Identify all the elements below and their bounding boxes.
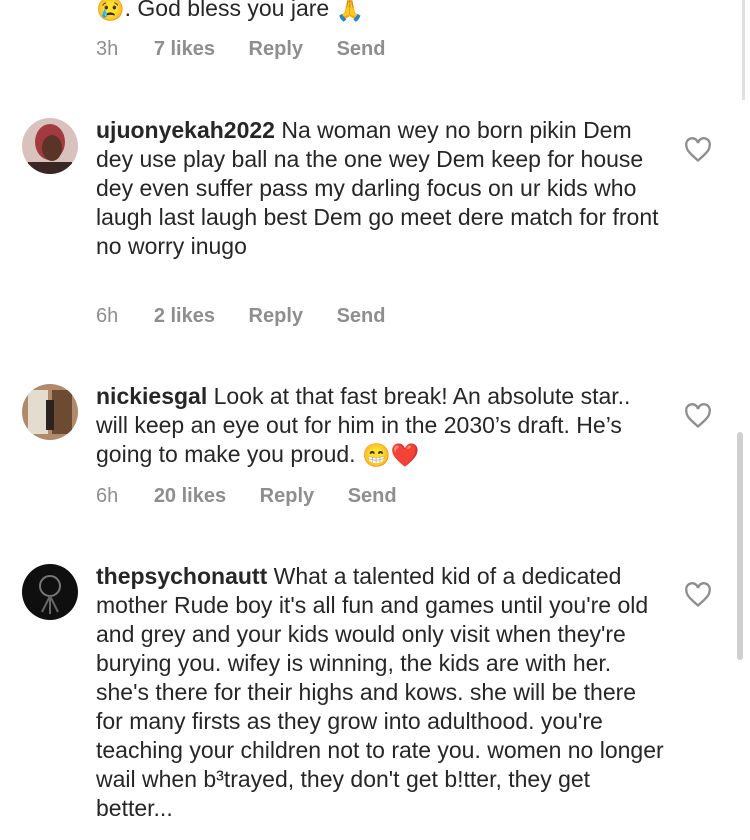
reply-button[interactable]: Reply — [249, 305, 303, 327]
avatar[interactable] — [22, 384, 78, 440]
scrollbar[interactable] — [737, 432, 743, 660]
previous-comment-text: . God bless you jare — [124, 0, 330, 21]
likes-count[interactable]: 20 likes — [154, 485, 226, 507]
crying-emoji-icon: 😢 — [96, 0, 125, 23]
send-button[interactable]: Send — [337, 305, 386, 327]
comment-text: What a talented kid of a dedicated mothe… — [96, 563, 664, 821]
send-button[interactable]: Send — [348, 485, 397, 507]
top-edge-line — [742, 0, 745, 100]
comment-meta: 6h 20 likes Reply Send — [96, 485, 425, 508]
comment-body: ujuonyekah2022 Na woman wey no born piki… — [96, 116, 666, 261]
comment-meta: 6h 2 likes Reply Send — [96, 305, 413, 328]
heart-icon[interactable] — [684, 582, 712, 608]
comment-username[interactable]: nickiesgal — [96, 383, 207, 409]
heart-icon[interactable] — [684, 403, 712, 429]
comment-meta-0: 3h 7 likes Reply Send — [96, 38, 413, 61]
reply-button[interactable]: Reply — [249, 38, 303, 60]
comment-time: 6h — [96, 305, 119, 327]
grin-heart-emoji-icon: 😁❤️ — [361, 442, 420, 469]
comment-time: 3h — [96, 38, 119, 60]
comment-username[interactable]: ujuonyekah2022 — [96, 117, 275, 143]
comment-username[interactable]: thepsychonautt — [96, 563, 267, 589]
praying-hands-emoji-icon: 🙏 — [335, 0, 365, 23]
comment-body: thepsychonautt What a talented kid of a … — [96, 562, 666, 823]
reply-button[interactable]: Reply — [260, 485, 314, 507]
previous-comment-tail: 😢. God bless you jare 🙏 — [96, 0, 364, 24]
likes-count[interactable]: 7 likes — [154, 38, 215, 60]
comment-body: nickiesgal Look at that fast break! An a… — [96, 382, 666, 470]
avatar[interactable] — [22, 118, 78, 174]
heart-icon[interactable] — [684, 137, 712, 163]
send-button[interactable]: Send — [337, 38, 386, 60]
likes-count[interactable]: 2 likes — [154, 305, 215, 327]
comment-time: 6h — [96, 485, 119, 507]
avatar[interactable] — [22, 564, 78, 620]
